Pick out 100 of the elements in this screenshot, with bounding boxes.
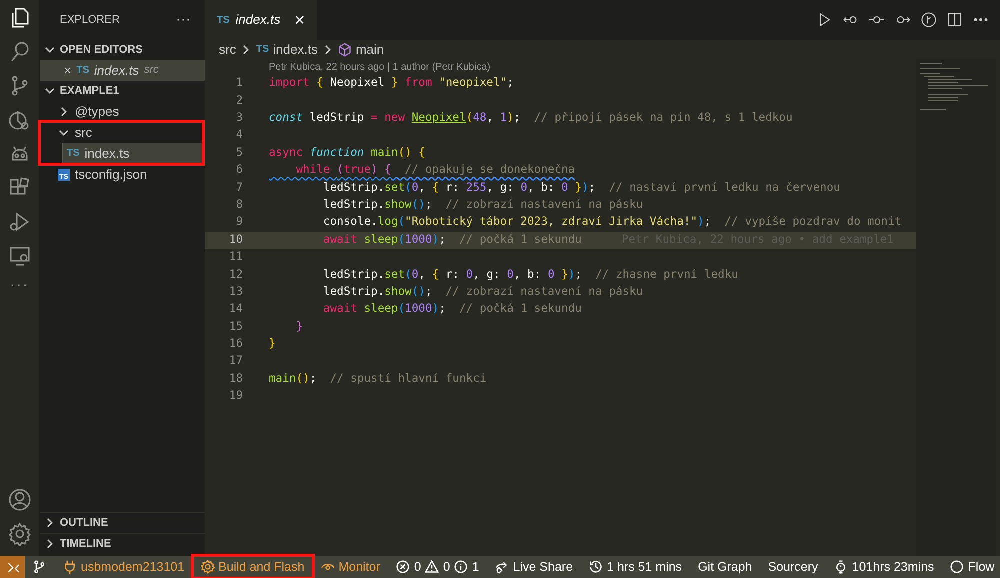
status-text: 1 hrs 51 mins: [607, 558, 682, 576]
git-graph-icon[interactable]: [920, 11, 938, 29]
status-item[interactable]: Build and Flash: [192, 556, 313, 578]
run-debug-icon[interactable]: [8, 210, 32, 234]
status-text: Build and Flash: [218, 558, 305, 576]
split-editor-icon[interactable]: [946, 11, 964, 29]
file-name: index.ts: [84, 144, 130, 163]
status-item[interactable]: Sourcery: [760, 556, 826, 578]
file-type-icon: TS: [76, 63, 90, 78]
status-text: Live Share: [513, 558, 574, 576]
live-share-icon: [495, 560, 510, 574]
code-line: ledStrip.show(); // zobrazí nastavení na pásku: [322, 196, 644, 213]
close-button[interactable]: ×: [294, 11, 306, 29]
line-number: 5: [235, 144, 243, 161]
line-number: 6: [235, 162, 243, 178]
line-number: 13: [228, 284, 243, 300]
breadcrumb[interactable]: src: [219, 40, 236, 60]
file-name: @types: [75, 102, 120, 121]
line-number: 3: [235, 110, 243, 126]
folder-item[interactable]: @types: [40, 101, 205, 122]
line-number: 2: [235, 92, 243, 109]
status-item[interactable]: Live Share: [487, 556, 582, 578]
more-button[interactable]: ···: [176, 8, 191, 32]
file-type-icon: TS: [67, 146, 80, 161]
line-number: 18: [228, 370, 243, 387]
line-number: 9: [235, 214, 243, 230]
line-number: 15: [228, 318, 243, 335]
status-text: usbmodem213101: [81, 558, 185, 576]
status-item[interactable]: usbmodem213101: [55, 556, 193, 578]
line-number: 11: [228, 249, 243, 266]
sidebar-title: EXPLORER: [60, 12, 120, 28]
file-type-icon: TS: [217, 12, 230, 28]
file-type-icon: TS: [256, 42, 270, 57]
breadcrumb[interactable]: main: [356, 40, 384, 60]
status-item[interactable]: 0: [421, 556, 450, 578]
info-icon: [454, 560, 468, 574]
gear-icon: [200, 560, 215, 574]
git-branch-icon: [33, 560, 47, 574]
code-line: }: [269, 336, 276, 352]
status-text: 0: [443, 558, 450, 576]
section-header[interactable]: EXAMPLE1: [60, 82, 120, 100]
code-line: import { Neopixel } from "neopixel";: [269, 75, 514, 92]
settings-icon[interactable]: [8, 522, 32, 546]
code-line: console.log("Robotický tábor 2023, zdraví Jirka Vácha!"); // vypíše pozdrav do monit: [322, 214, 902, 230]
code-line: ledStrip.show(); // zobrazí nastavení na pásku: [322, 284, 644, 300]
status-text: 0: [414, 558, 422, 576]
status-item[interactable]: [0, 556, 25, 578]
status-text: 101hrs 23mins: [852, 558, 934, 576]
code-line: while (true) { // opakuje se donekonečna: [295, 162, 576, 178]
account-icon[interactable]: [8, 488, 32, 512]
section-header[interactable]: OUTLINE: [60, 514, 108, 532]
line-number: 14: [228, 301, 243, 318]
status-text: Monitor: [338, 558, 380, 576]
open-editor-item[interactable]: × TS index.ts src: [40, 60, 205, 81]
more-button[interactable]: ···: [10, 278, 29, 294]
code-line: main(); // spustí hlavní funkci: [269, 370, 487, 387]
stopwatch-icon: [834, 560, 848, 574]
status-item[interactable]: Flow: [942, 556, 1000, 578]
warning-icon: [425, 560, 440, 574]
line-number: 19: [228, 388, 243, 404]
cube-icon: [338, 42, 352, 56]
line-number: 16: [228, 336, 243, 352]
line-number: 8: [235, 196, 243, 213]
status-item[interactable]: 101hrs 23mins: [826, 556, 942, 578]
file-name: index.ts: [94, 62, 140, 80]
code-line: await sleep(1000); // počká 1 sekundu: [322, 301, 582, 318]
line-number: 10: [228, 232, 243, 248]
code-line: ledStrip.set(0, { r: 0, g: 0, b: 0 }); // zhasne první ledku: [322, 266, 738, 283]
status-item[interactable]: Monitor: [312, 556, 388, 578]
error-icon: [396, 560, 410, 574]
status-text: Flow: [968, 558, 995, 576]
folder-item[interactable]: src: [40, 122, 203, 143]
code-line: }: [295, 318, 304, 335]
code-line: await sleep(1000); // počká 1 sekundu: [322, 232, 582, 248]
line-number: 17: [228, 353, 243, 370]
status-item[interactable]: 0: [388, 556, 422, 578]
file-name: tsconfig.json: [75, 166, 148, 184]
plug-icon: [63, 560, 77, 574]
status-item[interactable]: Git Graph: [690, 556, 760, 578]
debug-target-icon[interactable]: [8, 108, 32, 132]
file-name: src: [75, 124, 92, 142]
status-item[interactable]: 1 hrs 51 mins: [581, 556, 690, 578]
breadcrumb[interactable]: index.ts: [273, 40, 318, 60]
codelens[interactable]: Petr Kubica, 22 hours ago | 1 author (Petr Kubica): [205, 59, 916, 75]
circle-icon: [950, 560, 964, 574]
section-header[interactable]: TIMELINE: [60, 536, 112, 552]
section-header[interactable]: OPEN EDITORS: [60, 42, 143, 58]
code-line: ledStrip.set(0, { r: 255, g: 0, b: 0 }); // nastaví první ledku na červenou: [322, 180, 840, 196]
close-button[interactable]: ×: [64, 60, 72, 80]
folder-hint: src: [144, 63, 159, 78]
history-icon: [589, 560, 604, 574]
file-item[interactable]: TS index.ts: [62, 143, 203, 164]
editor-tab[interactable]: TS index.ts ×: [205, 0, 318, 40]
code-line: async function main() {: [269, 144, 426, 161]
line-number: 4: [235, 127, 243, 144]
line-number: 7: [235, 180, 243, 196]
line-number: 12: [228, 266, 243, 283]
status-text: 1: [472, 558, 480, 576]
code-line: const ledStrip = new Neopixel(48, 1); // připojí pásek na pin 48, s 1 ledkou: [269, 110, 793, 126]
status-item[interactable]: 1: [450, 556, 488, 578]
